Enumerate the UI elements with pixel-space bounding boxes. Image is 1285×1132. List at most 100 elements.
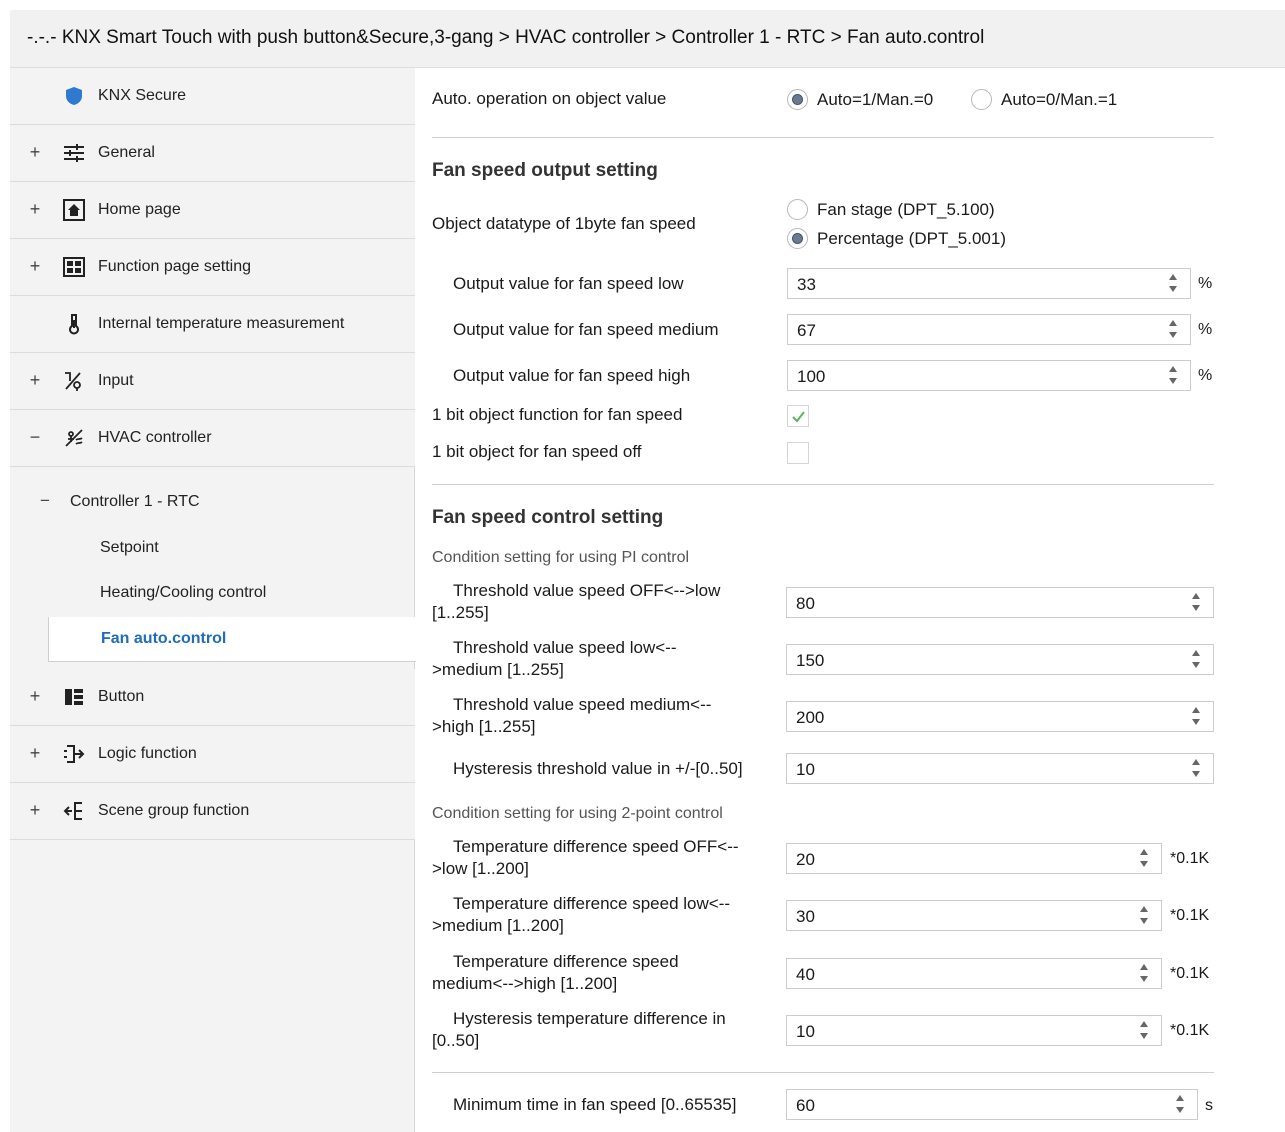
min-time-label: Minimum time in fan speed [0..65535] (453, 1095, 737, 1114)
expand-icon[interactable]: + (28, 686, 42, 707)
hvac-icon (62, 426, 86, 450)
auto-operation-label: Auto. operation on object value (432, 89, 667, 108)
sidebar-item-home-page[interactable]: + Home page (10, 182, 415, 239)
spin-arrows-icon[interactable] (1168, 365, 1178, 387)
sidebar-item-label: Home page (98, 201, 181, 218)
sidebar-item-internal-temperature[interactable]: Internal temperature measurement (10, 296, 415, 353)
pi-hysteresis-stepper[interactable]: 10 (786, 753, 1214, 784)
grid-icon (62, 255, 86, 279)
expand-icon[interactable]: + (28, 800, 42, 821)
unit-label: % (1198, 321, 1213, 338)
unit-label: *0.1K (1170, 1022, 1210, 1039)
spin-arrows-icon[interactable] (1168, 319, 1178, 341)
twopt-hysteresis-stepper[interactable]: 10 (786, 1015, 1162, 1046)
home-icon (62, 198, 86, 222)
expand-icon[interactable]: + (28, 370, 42, 391)
twopt-diff-1-label: Temperature difference speed OFF<-- >low… (432, 837, 739, 878)
breadcrumb-title: -.-.- KNX Smart Touch with push button&S… (27, 27, 985, 48)
sidebar-item-label: Scene group function (98, 802, 250, 819)
scene-icon (62, 799, 86, 823)
spin-arrows-icon[interactable] (1139, 1020, 1149, 1042)
sidebar-item-general[interactable]: + General (10, 125, 415, 182)
auto1-man0-radio[interactable]: Auto=1/Man.=0 (787, 89, 933, 110)
pi-threshold-1-stepper[interactable]: 80 (786, 587, 1214, 618)
sidebar-item-knx-secure[interactable]: KNX Secure (10, 68, 415, 125)
expand-icon[interactable]: + (28, 256, 42, 277)
output-medium-stepper[interactable]: 67 (787, 314, 1191, 345)
output-high-label: Output value for fan speed high (453, 366, 691, 385)
sidebar-item-label: Fan auto.control (101, 630, 227, 647)
output-high-stepper[interactable]: 100 (787, 360, 1191, 391)
sidebar-item-button[interactable]: + Button (10, 669, 415, 726)
pi-threshold-2-label: Threshold value speed low<-- >medium [1.… (432, 638, 677, 679)
button-icon (62, 685, 86, 709)
checkmark-icon (792, 411, 805, 423)
auto0-man1-radio[interactable]: Auto=0/Man.=1 (971, 89, 1117, 110)
bit-off-label: 1 bit object for fan speed off (432, 442, 642, 461)
spin-arrows-icon[interactable] (1139, 848, 1149, 870)
sidebar-item-label: Function page setting (98, 258, 251, 275)
twopt-diff-3-label: Temperature difference speed medium<-->h… (432, 952, 679, 993)
pi-threshold-2-stepper[interactable]: 150 (786, 644, 1214, 675)
expand-icon[interactable]: + (28, 199, 42, 220)
output-low-label: Output value for fan speed low (453, 274, 684, 293)
sidebar: KNX Secure + General + Home page + Funct… (10, 68, 416, 1132)
sidebar-item-hvac-controller[interactable]: − HVAC controller (10, 410, 415, 467)
sidebar-item-scene-group[interactable]: + Scene group function (10, 783, 415, 840)
thermometer-icon (62, 312, 86, 336)
pi-threshold-3-stepper[interactable]: 200 (786, 701, 1214, 732)
logic-icon (62, 742, 86, 766)
section-title-fan-output: Fan speed output setting (432, 160, 658, 181)
twopt-diff-3-stepper[interactable]: 40 (786, 958, 1162, 989)
sidebar-item-function-page[interactable]: + Function page setting (10, 239, 415, 296)
spin-arrows-icon[interactable] (1168, 273, 1178, 295)
expand-icon[interactable]: + (28, 142, 42, 163)
sidebar-item-label: HVAC controller (98, 429, 212, 446)
unit-label: *0.1K (1170, 850, 1210, 867)
twopt-diff-1-stepper[interactable]: 20 (786, 843, 1162, 874)
sidebar-item-label: Heating/Cooling control (100, 584, 267, 601)
sidebar-item-label: KNX Secure (98, 87, 187, 104)
sidebar-item-fan-auto-control[interactable]: Fan auto.control (48, 617, 416, 662)
bit-function-checkbox[interactable] (787, 405, 809, 427)
input-icon (62, 369, 86, 393)
fan-stage-radio[interactable]: Fan stage (DPT_5.100) (787, 199, 995, 220)
spin-arrows-icon[interactable] (1191, 758, 1201, 780)
sidebar-item-label: Controller 1 - RTC (70, 493, 200, 510)
twopt-hysteresis-label: Hysteresis temperature difference in [0.… (432, 1009, 726, 1050)
twopt-diff-2-stepper[interactable]: 30 (786, 900, 1162, 931)
unit-label: *0.1K (1170, 907, 1210, 924)
bit-off-checkbox[interactable] (787, 442, 809, 464)
spin-arrows-icon[interactable] (1191, 592, 1201, 614)
sidebar-item-label: Internal temperature measurement (98, 315, 345, 332)
min-time-stepper[interactable]: 60 (786, 1089, 1198, 1120)
sidebar-item-logic-function[interactable]: + Logic function (10, 726, 415, 783)
two-point-subtitle: Condition setting for using 2-point cont… (432, 805, 723, 822)
spin-arrows-icon[interactable] (1191, 706, 1201, 728)
pi-hysteresis-label: Hysteresis threshold value in +/-[0..50] (453, 759, 743, 778)
spin-arrows-icon[interactable] (1139, 963, 1149, 985)
sidebar-item-label: Setpoint (100, 539, 159, 556)
percentage-radio[interactable]: Percentage (DPT_5.001) (787, 228, 1006, 249)
sidebar-item-label: Logic function (98, 745, 197, 762)
sidebar-item-setpoint[interactable]: Setpoint (10, 526, 415, 571)
pi-threshold-3-label: Threshold value speed medium<-- >high [1… (432, 695, 712, 736)
collapse-icon[interactable]: − (28, 427, 42, 448)
divider (432, 1072, 1214, 1073)
sidebar-item-controller-1[interactable]: − Controller 1 - RTC (10, 480, 415, 525)
sliders-icon (62, 141, 86, 165)
output-low-stepper[interactable]: 33 (787, 268, 1191, 299)
expand-icon[interactable]: + (28, 743, 42, 764)
section-title-fan-control: Fan speed control setting (432, 507, 664, 528)
spin-arrows-icon[interactable] (1139, 905, 1149, 927)
twopt-diff-2-label: Temperature difference speed low<-- >med… (432, 894, 731, 935)
unit-label: % (1198, 367, 1213, 384)
collapse-icon[interactable]: − (40, 491, 50, 511)
spin-arrows-icon[interactable] (1175, 1094, 1185, 1116)
spin-arrows-icon[interactable] (1191, 649, 1201, 671)
pi-subtitle: Condition setting for using PI control (432, 549, 690, 566)
unit-label: s (1205, 1097, 1213, 1114)
sidebar-item-label: General (98, 144, 155, 161)
sidebar-item-heating-cooling[interactable]: Heating/Cooling control (10, 571, 415, 616)
sidebar-item-input[interactable]: + Input (10, 353, 415, 410)
